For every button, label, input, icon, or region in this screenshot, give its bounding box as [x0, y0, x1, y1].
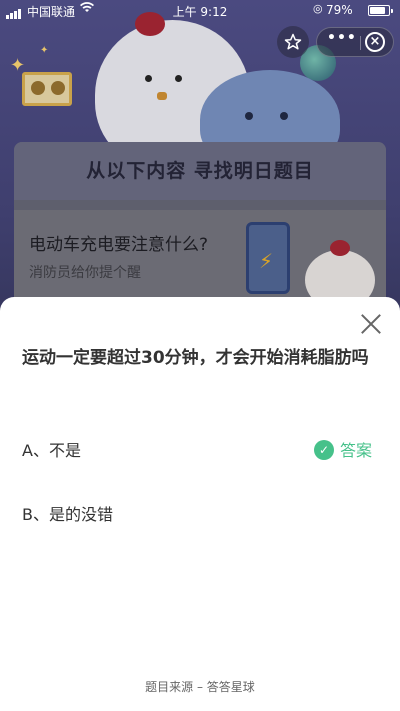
status-bar: 中国联通 上午 9:12 ◎ 79% — [0, 0, 400, 20]
more-button[interactable]: ••• — [327, 30, 356, 46]
award-frame-illustration — [22, 72, 72, 106]
location-icon: ◎ — [313, 2, 323, 15]
answer-badge: ✓ 答案 — [314, 438, 372, 464]
lightning-icon: ⚡ — [259, 249, 274, 273]
question-source: 题目来源 – 答答星球 — [145, 680, 255, 694]
star-icon[interactable] — [277, 26, 309, 58]
close-icon[interactable] — [358, 311, 384, 337]
check-icon: ✓ — [314, 440, 334, 460]
battery-icon — [368, 5, 393, 16]
close-circle-icon[interactable]: × — [365, 32, 385, 52]
answer-label: 答案 — [340, 441, 373, 460]
card-heading: 从以下内容 寻找明日题目 — [14, 142, 386, 200]
quiz-question: 运动一定要超过30分钟，才会开始消耗脂肪吗 — [22, 348, 369, 368]
card-question-subtitle: 消防员给你提个醒 — [29, 265, 141, 281]
option-b[interactable]: B、是的没错 — [22, 498, 382, 532]
card-question-title: 电动车充电要注意什么? — [29, 235, 209, 255]
capsule-divider — [360, 36, 361, 50]
sparkle-icon: ✦ — [40, 45, 49, 56]
battery-percentage: 79% — [326, 3, 353, 17]
mini-program-capsule: ••• × — [316, 27, 394, 57]
answer-sheet: 运动一定要超过30分钟，才会开始消耗脂肪吗 A、不是 ✓ 答案 B、是的没错 题目… — [0, 297, 400, 711]
charger-illustration: ⚡ — [246, 222, 290, 294]
